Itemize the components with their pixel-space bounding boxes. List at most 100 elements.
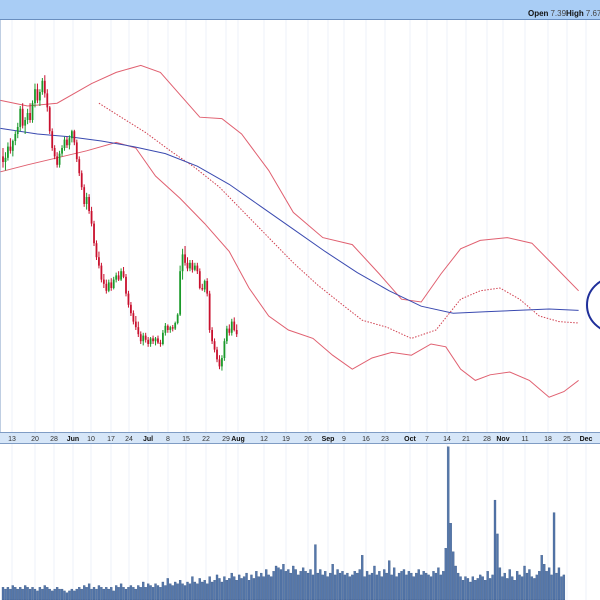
candle-body-84 <box>208 293 211 330</box>
volume-bar-93 <box>230 572 233 600</box>
volume-bar-193 <box>476 578 479 600</box>
volume-bar-49 <box>122 587 125 600</box>
volume-bar-154 <box>380 576 383 600</box>
volume-bar-205 <box>506 578 509 600</box>
volume-bar-170 <box>420 574 423 600</box>
x-tick-label-14: 19 <box>282 436 290 443</box>
candle-body-54 <box>134 321 137 328</box>
volume-bar-106 <box>262 576 265 600</box>
candle-body-61 <box>152 338 154 342</box>
date-axis-band: 13 20 28 Jun 10 17 24 Jul 8 15 22 29 Aug 12 19 26 Sep 9 16… <box>0 20 600 444</box>
candle-body-46 <box>115 275 118 280</box>
volume-bar-125 <box>309 569 312 600</box>
volume-bar-18 <box>46 587 49 600</box>
volume-bar-102 <box>252 578 256 600</box>
candle-body-3 <box>9 146 12 151</box>
volume-bar-50 <box>124 588 128 600</box>
volume-bar-127 <box>314 544 317 600</box>
volume-bar-140 <box>346 572 349 600</box>
volume-bar-224 <box>552 512 556 600</box>
volume-bar-29 <box>73 590 76 600</box>
x-tick-label-23: 21 <box>462 436 470 443</box>
x-tick-label-17: 9 <box>342 436 346 443</box>
bollinger-upper-line <box>0 64 579 303</box>
x-tick-label-8: 8 <box>166 436 170 443</box>
volume-bar-150 <box>370 572 374 600</box>
candle-body-34 <box>85 197 88 204</box>
x-tick-label-20: Oct <box>404 436 416 443</box>
x-tick-label-28: 25 <box>563 436 571 443</box>
x-tick-label-13: 12 <box>260 436 268 443</box>
volume-bar-7 <box>19 587 22 600</box>
volume-bar-19 <box>48 588 51 600</box>
volume-bar-27 <box>68 590 71 600</box>
volume-bar-118 <box>292 565 295 600</box>
x-tick-label-25: Nov <box>496 436 509 443</box>
volume-bar-213 <box>525 572 529 600</box>
volume-bar-85 <box>210 581 214 600</box>
candle-body-86 <box>213 341 216 350</box>
x-tick-label-2: 28 <box>50 436 58 443</box>
x-tick-label-18: 16 <box>362 436 370 443</box>
candle-body-76 <box>189 262 191 269</box>
candle-body-18 <box>46 93 49 108</box>
volume-bar-48 <box>119 583 123 600</box>
volume-bar-112 <box>277 567 280 600</box>
candle-body-72 <box>179 271 182 315</box>
volume-bar-186 <box>459 576 462 600</box>
candle-body-75 <box>186 262 189 269</box>
volume-bar-171 <box>422 571 425 600</box>
candle-body-67 <box>166 325 169 330</box>
volume-bar-168 <box>415 572 418 600</box>
candle-body-24 <box>61 148 63 154</box>
volume-bar-14 <box>36 590 39 600</box>
candle-body-11 <box>29 113 31 120</box>
x-tick-label-12: Aug <box>231 436 245 443</box>
candle-body-94 <box>233 321 236 330</box>
volume-bar-141 <box>348 576 352 600</box>
volume-bar-105 <box>260 572 263 600</box>
volume-bar-210 <box>518 574 521 600</box>
volume-bar-4 <box>11 585 14 600</box>
bollinger-middle-line <box>98 102 579 339</box>
x-tick-label-1: 20 <box>31 436 39 443</box>
candle-body-53 <box>132 313 135 322</box>
candle-body-30 <box>75 142 78 160</box>
volume-bar-124 <box>306 572 310 600</box>
volume-bar-195 <box>481 576 484 600</box>
candle-body-69 <box>171 327 174 329</box>
x-tick-label-16: Sep <box>322 436 335 443</box>
candle-body-38 <box>95 243 98 258</box>
highlight-circle <box>586 280 600 330</box>
volume-bar-113 <box>279 569 283 600</box>
volume-bar-76 <box>188 583 192 600</box>
x-tick-label-19: 23 <box>381 436 389 443</box>
volume-bar-153 <box>378 571 381 600</box>
volume-bar-219 <box>540 555 543 600</box>
volume-bar-172 <box>424 572 428 600</box>
volume-bar-209 <box>515 571 519 600</box>
volume-bar-61 <box>151 587 155 600</box>
volume-bar-137 <box>338 572 342 600</box>
candle-body-0 <box>2 156 4 162</box>
candle-body-21 <box>53 148 56 157</box>
candle-body-77 <box>191 262 194 270</box>
volume-bar-90 <box>223 576 226 600</box>
volume-bar-46 <box>115 585 118 600</box>
volume-bar-57 <box>142 581 145 600</box>
volume-bar-65 <box>161 581 165 600</box>
volume-bar-82 <box>203 580 206 600</box>
volume-bar-81 <box>201 581 204 600</box>
volume-bar-26 <box>65 592 69 600</box>
volume-bar-12 <box>31 587 34 600</box>
volume-bar-123 <box>304 571 307 600</box>
candle-body-93 <box>230 321 233 333</box>
volume-bar-3 <box>9 588 12 600</box>
volume-bar-47 <box>117 587 120 600</box>
x-tick-label-22: 14 <box>443 436 451 443</box>
volume-bar-228 <box>562 574 566 600</box>
highlight-overlay <box>586 280 600 330</box>
x-tick-label-5: 17 <box>107 436 115 443</box>
volume-bar-131 <box>324 571 327 600</box>
volume-bar-190 <box>469 581 472 600</box>
